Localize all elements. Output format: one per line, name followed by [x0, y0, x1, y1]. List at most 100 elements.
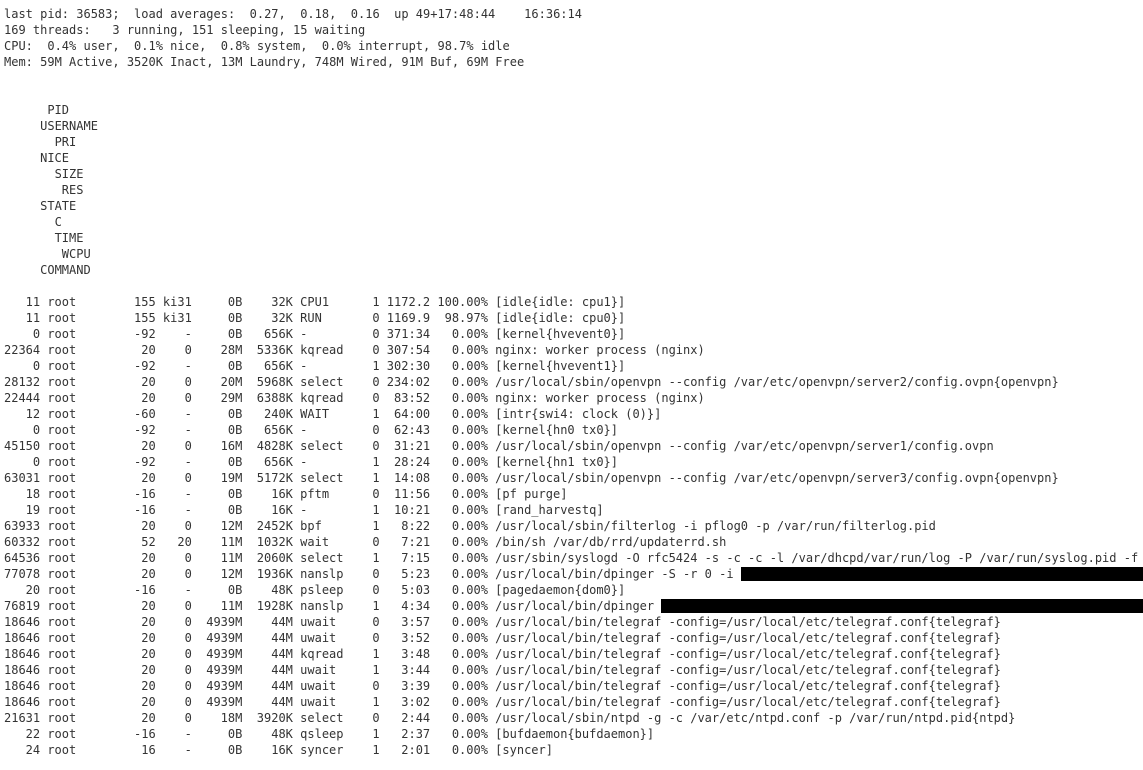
process-row: 22364root20028M5336Kkqread0307:540.00%ng…	[4, 342, 1139, 358]
process-row: 11root155ki310B32KCPU111172.2100.00%[idl…	[4, 294, 1139, 310]
summary-line-3: CPU: 0.4% user, 0.1% nice, 0.8% system, …	[4, 38, 1139, 54]
cell-command: [rand_harvestq]	[488, 502, 604, 518]
cell-pid: 0	[4, 454, 40, 470]
cell-wcpu: 0.00%	[430, 742, 488, 758]
cell-nice: -	[156, 406, 192, 422]
cell-state: select	[293, 710, 351, 726]
cell-user: root	[40, 710, 112, 726]
cell-state: kqread	[293, 342, 351, 358]
cell-res: 2452K	[242, 518, 293, 534]
cell-pri: 20	[112, 566, 155, 582]
cell-time: 371:34	[380, 326, 431, 342]
process-row: 22root-16-0B48Kqsleep12:370.00%[bufdaemo…	[4, 726, 1139, 742]
cell-command: /usr/sbin/syslogd -O rfc5424 -s -c -c -l…	[488, 550, 1143, 566]
process-row: 22444root20029M6388Kkqread083:520.00%ngi…	[4, 390, 1139, 406]
cell-pri: -60	[112, 406, 155, 422]
cell-wcpu: 0.00%	[430, 614, 488, 630]
cell-c: 0	[351, 710, 380, 726]
cell-wcpu: 0.00%	[430, 598, 488, 614]
cell-nice: 0	[156, 550, 192, 566]
cell-nice: 20	[156, 534, 192, 550]
cell-command: /usr/local/bin/telegraf -config=/usr/loc…	[488, 694, 1001, 710]
cell-nice: 0	[156, 614, 192, 630]
cell-command: /usr/local/bin/telegraf -config=/usr/loc…	[488, 646, 1001, 662]
cell-wcpu: 0.00%	[430, 518, 488, 534]
cell-user: root	[40, 566, 112, 582]
cell-command: /usr/local/sbin/openvpn --config /var/et…	[488, 438, 994, 454]
cell-c: 1	[351, 662, 380, 678]
cell-res: 44M	[242, 646, 293, 662]
cell-time: 10:21	[380, 502, 431, 518]
cell-res: 16K	[242, 742, 293, 758]
cell-nice: 0	[156, 390, 192, 406]
cell-wcpu: 98.97%	[430, 310, 488, 326]
cell-wcpu: 0.00%	[430, 486, 488, 502]
cell-user: root	[40, 486, 112, 502]
cell-pri: -92	[112, 326, 155, 342]
cell-res: 16K	[242, 502, 293, 518]
cell-size: 0B	[192, 294, 243, 310]
cell-pid: 0	[4, 326, 40, 342]
cell-time: 7:15	[380, 550, 431, 566]
process-row: 12root-60-0B240KWAIT164:000.00%[intr{swi…	[4, 406, 1139, 422]
cell-pri: 20	[112, 550, 155, 566]
cell-pri: 20	[112, 678, 155, 694]
cell-res: 48K	[242, 582, 293, 598]
cell-wcpu: 0.00%	[430, 406, 488, 422]
cell-c: 0	[351, 534, 380, 550]
cell-state: nanslp	[293, 598, 351, 614]
cell-time: 11:56	[380, 486, 431, 502]
cell-pri: -16	[112, 726, 155, 742]
cell-state: RUN	[293, 310, 351, 326]
cell-pri: 52	[112, 534, 155, 550]
cell-res: 3920K	[242, 710, 293, 726]
cell-nice: 0	[156, 710, 192, 726]
cell-res: 44M	[242, 614, 293, 630]
cell-command: [kernel{hn0 tx0}]	[488, 422, 618, 438]
cell-nice: -	[156, 326, 192, 342]
cell-user: root	[40, 358, 112, 374]
col-header-state: STATE	[33, 198, 91, 214]
cell-wcpu: 0.00%	[430, 550, 488, 566]
column-header-row: PID USERNAME PRI NICE SIZE RES STATE C T…	[4, 86, 1139, 294]
cell-user: root	[40, 742, 112, 758]
cell-res: 32K	[242, 310, 293, 326]
cell-time: 62:43	[380, 422, 431, 438]
cell-c: 1	[351, 518, 380, 534]
cell-c: 1	[351, 502, 380, 518]
cell-pri: 20	[112, 662, 155, 678]
cell-time: 8:22	[380, 518, 431, 534]
cell-user: root	[40, 406, 112, 422]
cell-state: select	[293, 374, 351, 390]
process-row: 19root-16-0B16K-110:210.00%[rand_harvest…	[4, 502, 1139, 518]
cell-command: /bin/sh /var/db/rrd/updaterrd.sh	[488, 534, 726, 550]
cell-user: root	[40, 342, 112, 358]
process-row: 18646root2004939M44Muwait03:570.00%/usr/…	[4, 614, 1139, 630]
cell-state: -	[293, 502, 351, 518]
cell-size: 0B	[192, 454, 243, 470]
cell-res: 32K	[242, 294, 293, 310]
cell-command: [idle{idle: cpu1}]	[488, 294, 625, 310]
cell-nice: 0	[156, 342, 192, 358]
cell-pid: 63933	[4, 518, 40, 534]
cell-time: 2:44	[380, 710, 431, 726]
process-row: 28132root20020M5968Kselect0234:020.00%/u…	[4, 374, 1139, 390]
cell-nice: -	[156, 486, 192, 502]
cell-wcpu: 0.00%	[430, 422, 488, 438]
cell-res: 240K	[242, 406, 293, 422]
cell-res: 656K	[242, 454, 293, 470]
col-header-size: SIZE	[33, 166, 84, 182]
cell-time: 3:44	[380, 662, 431, 678]
cell-wcpu: 0.00%	[430, 358, 488, 374]
cell-user: root	[40, 646, 112, 662]
cell-size: 0B	[192, 726, 243, 742]
cell-nice: 0	[156, 598, 192, 614]
cell-time: 2:37	[380, 726, 431, 742]
cell-user: root	[40, 470, 112, 486]
cell-pri: -16	[112, 486, 155, 502]
cell-size: 18M	[192, 710, 243, 726]
cell-pid: 22364	[4, 342, 40, 358]
cell-pid: 18646	[4, 662, 40, 678]
cell-wcpu: 100.00%	[430, 294, 488, 310]
process-row: 24root16-0B16Ksyncer12:010.00%[syncer]	[4, 742, 1139, 758]
